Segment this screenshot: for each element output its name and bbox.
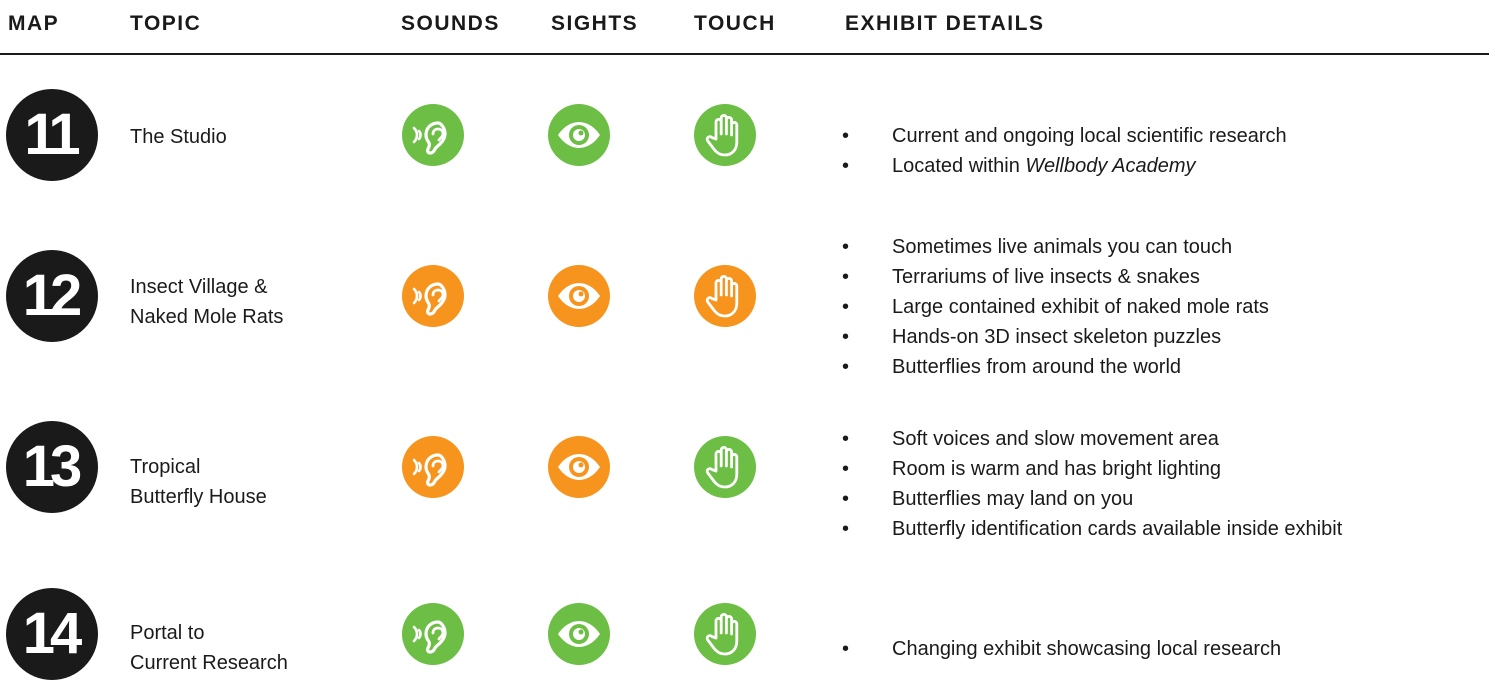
detail-item: Large contained exhibit of naked mole ra… <box>842 292 1269 322</box>
ear-icon <box>402 436 464 498</box>
detail-item: Sometimes live animals you can touch <box>842 232 1269 262</box>
hand-icon <box>694 436 756 498</box>
topic-line: Portal to <box>130 622 205 644</box>
map-number-badge: 14 <box>6 588 98 680</box>
topic-line: Naked Mole Rats <box>130 306 284 328</box>
topic-label: Tropical Butterfly House <box>130 452 267 512</box>
topic-line: The Studio <box>130 126 227 148</box>
exhibit-details-list: Current and ongoing local scientific res… <box>842 121 1287 181</box>
eye-icon <box>548 603 610 665</box>
topic-line: Tropical <box>130 456 201 478</box>
header-sights: SIGHTS <box>551 12 639 35</box>
header-exhibit-details: EXHIBIT DETAILS <box>845 12 1045 35</box>
exhibit-details-list: Sometimes live animals you can touch Ter… <box>842 232 1269 382</box>
topic-label: The Studio <box>130 122 227 152</box>
topic-line: Butterfly House <box>130 486 267 508</box>
eye-icon <box>548 104 610 166</box>
hand-icon <box>694 265 756 327</box>
topic-label: Portal to Current Research <box>130 618 288 678</box>
ear-icon <box>402 104 464 166</box>
exhibit-details-list: Changing exhibit showcasing local resear… <box>842 634 1281 664</box>
header-touch: TOUCH <box>694 12 776 35</box>
detail-item: Current and ongoing local scientific res… <box>842 121 1287 151</box>
topic-label: Insect Village & Naked Mole Rats <box>130 272 283 332</box>
eye-icon <box>548 265 610 327</box>
detail-item: Terrariums of live insects & snakes <box>842 262 1269 292</box>
detail-item: Butterflies from around the world <box>842 352 1269 382</box>
detail-prefix: Located within <box>892 155 1026 177</box>
ear-icon <box>402 265 464 327</box>
map-number-badge: 11 <box>6 89 98 181</box>
detail-item: Changing exhibit showcasing local resear… <box>842 634 1281 664</box>
detail-item: Hands-on 3D insect skeleton puzzles <box>842 322 1269 352</box>
detail-item: Butterfly identification cards available… <box>842 514 1342 544</box>
map-number-badge: 13 <box>6 421 98 513</box>
header-divider <box>0 53 1489 55</box>
topic-line: Current Research <box>130 652 288 674</box>
header-map: MAP <box>8 12 60 35</box>
header-topic: TOPIC <box>130 12 202 35</box>
map-number-badge: 12 <box>6 250 98 342</box>
detail-item: Soft voices and slow movement area <box>842 424 1342 454</box>
ear-icon <box>402 603 464 665</box>
detail-italic: Wellbody Academy <box>1025 155 1196 177</box>
exhibit-details-list: Soft voices and slow movement area Room … <box>842 424 1342 544</box>
eye-icon <box>548 436 610 498</box>
detail-item: Located within Wellbody Academy <box>842 151 1287 181</box>
topic-line: Insect Village & <box>130 276 268 298</box>
detail-item: Room is warm and has bright lighting <box>842 454 1342 484</box>
detail-item: Butterflies may land on you <box>842 484 1342 514</box>
header-sounds: SOUNDS <box>401 12 500 35</box>
hand-icon <box>694 603 756 665</box>
hand-icon <box>694 104 756 166</box>
